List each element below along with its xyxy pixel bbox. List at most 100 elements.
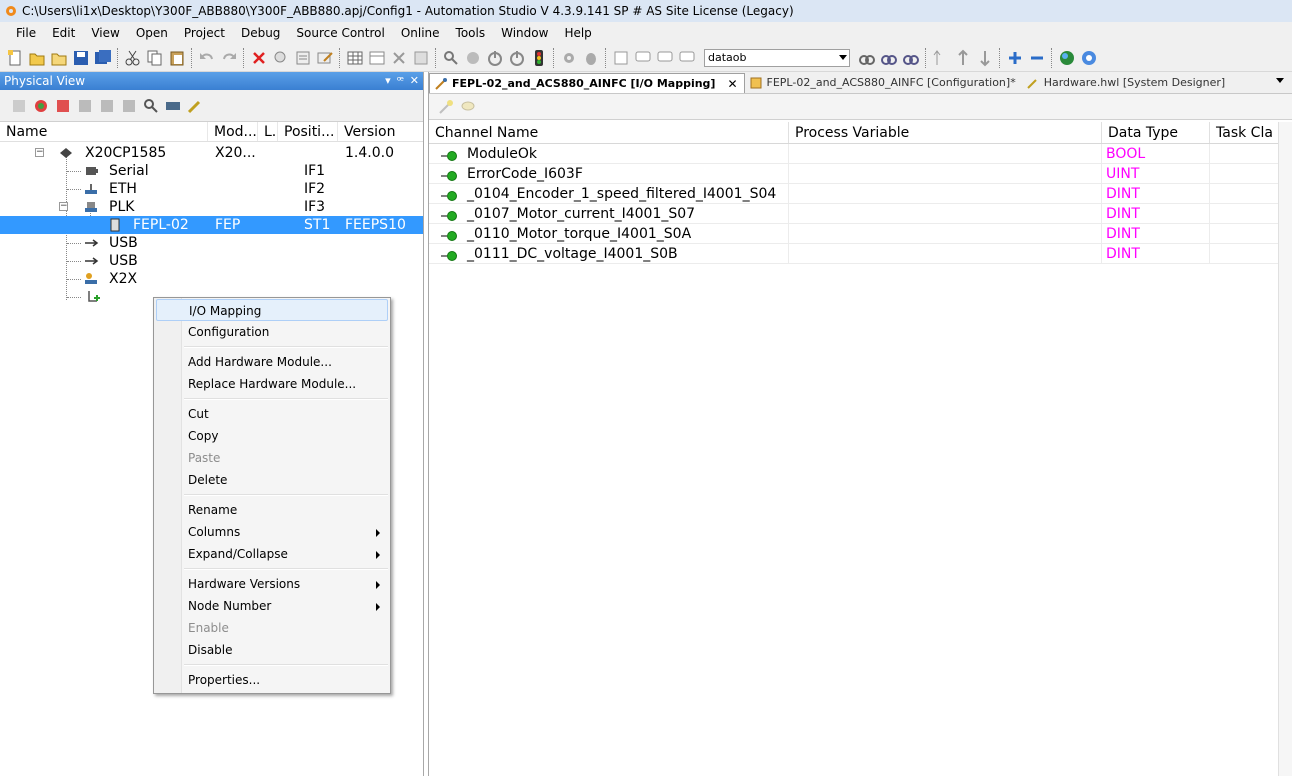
message-icon[interactable]	[656, 49, 674, 67]
help-icon[interactable]	[1080, 49, 1098, 67]
column-position[interactable]: Positi...	[278, 122, 338, 141]
tree-row-fepl-02[interactable]: FEPL-02 FEP ST1 FEEPS10	[0, 216, 423, 234]
redo-icon[interactable]	[220, 49, 238, 67]
settings-icon[interactable]	[560, 49, 578, 67]
menu-help[interactable]: Help	[556, 22, 599, 44]
window-icon[interactable]	[612, 49, 630, 67]
column-module[interactable]: Mod...	[208, 122, 258, 141]
find-all-icon[interactable]	[902, 49, 920, 67]
open-folder-icon[interactable]	[50, 49, 68, 67]
menu-item-add-hardware-module[interactable]: Add Hardware Module...	[156, 351, 388, 373]
menu-open[interactable]: Open	[128, 22, 176, 44]
menu-item-properties[interactable]: Properties...	[156, 669, 388, 691]
tree-row-eth[interactable]: ETH IF2	[0, 180, 423, 198]
tree-row-x20cp1585[interactable]: − X20CP1585 X20... 1.4.0.0	[0, 144, 423, 162]
build-icon[interactable]	[412, 49, 430, 67]
table-icon[interactable]	[368, 49, 386, 67]
column-process-variable[interactable]: Process Variable	[789, 122, 1102, 143]
toolbar-item-icon[interactable]	[10, 97, 28, 115]
menu-item-rename[interactable]: Rename	[156, 499, 388, 521]
column-l[interactable]: L.	[258, 122, 278, 141]
sort-up-icon[interactable]	[954, 49, 972, 67]
save-icon[interactable]	[72, 49, 90, 67]
grey-module-icon[interactable]	[76, 97, 94, 115]
search-combo[interactable]: dataob	[704, 48, 850, 67]
grey-module-icon[interactable]	[98, 97, 116, 115]
tab-list-dropdown-icon[interactable]	[1276, 78, 1284, 83]
menu-tools[interactable]: Tools	[448, 22, 494, 44]
tree-row-x2x[interactable]: X2X	[0, 270, 423, 288]
menu-item-node-number[interactable]: Node Number	[156, 595, 388, 617]
configure-icon[interactable]	[186, 97, 204, 115]
menu-item-expand-collapse[interactable]: Expand/Collapse	[156, 543, 388, 565]
color-icon[interactable]	[32, 97, 50, 115]
pin-icon[interactable]: ꟹ	[397, 72, 404, 90]
process-variable-cell[interactable]	[789, 184, 1102, 203]
table-row[interactable]: _0107_Motor_current_I4001_S07 DINT	[429, 204, 1279, 224]
task-class-cell[interactable]	[1210, 144, 1279, 163]
menu-debug[interactable]: Debug	[233, 22, 288, 44]
menu-project[interactable]: Project	[176, 22, 233, 44]
open-icon[interactable]	[28, 49, 46, 67]
add-icon[interactable]	[1006, 49, 1024, 67]
comment-icon[interactable]	[634, 49, 652, 67]
column-data-type[interactable]: Data Type	[1102, 122, 1210, 143]
map-variable-icon[interactable]	[437, 98, 455, 116]
chevron-down-icon[interactable]	[839, 54, 847, 60]
process-variable-cell[interactable]	[789, 204, 1102, 223]
find-replace-icon[interactable]	[272, 49, 290, 67]
collapse-icon[interactable]: −	[59, 202, 68, 211]
power-off-icon[interactable]	[508, 49, 526, 67]
add-comment-icon[interactable]	[459, 98, 477, 116]
undo-icon[interactable]	[198, 49, 216, 67]
menu-item-hardware-versions[interactable]: Hardware Versions	[156, 573, 388, 595]
collapse-icon[interactable]: −	[35, 148, 44, 157]
add-module-icon[interactable]	[85, 289, 101, 305]
sort-icon[interactable]	[932, 49, 950, 67]
new-icon[interactable]	[6, 49, 24, 67]
save-all-icon[interactable]	[94, 49, 112, 67]
menu-item-io-mapping[interactable]: I/O Mapping	[156, 299, 388, 321]
column-version[interactable]: Version	[338, 122, 422, 141]
menu-item-columns[interactable]: Columns	[156, 521, 388, 543]
watch-icon[interactable]	[464, 49, 482, 67]
table-row[interactable]: _0104_Encoder_1_speed_filtered_I4001_S04…	[429, 184, 1279, 204]
tab-io-mapping[interactable]: FEPL-02_and_ACS880_AINFC [I/O Mapping] ✕	[429, 73, 745, 93]
table-row[interactable]: ModuleOk BOOL	[429, 144, 1279, 164]
network-icon[interactable]	[164, 97, 182, 115]
copy-icon[interactable]	[146, 49, 164, 67]
tab-configuration[interactable]: FEPL-02_and_ACS880_AINFC [Configuration]…	[745, 73, 1022, 93]
module-icon[interactable]	[54, 97, 72, 115]
menu-online[interactable]: Online	[393, 22, 448, 44]
debug-icon[interactable]	[582, 49, 600, 67]
search-icon[interactable]	[142, 97, 160, 115]
grid-icon[interactable]	[346, 49, 364, 67]
tree-row-serial[interactable]: Serial IF1	[0, 162, 423, 180]
process-variable-cell[interactable]	[789, 224, 1102, 243]
globe-icon[interactable]	[1058, 49, 1076, 67]
menu-view[interactable]: View	[83, 22, 127, 44]
menu-file[interactable]: File	[8, 22, 44, 44]
chat-icon[interactable]	[678, 49, 696, 67]
find-prev-icon[interactable]	[880, 49, 898, 67]
column-task-class[interactable]: Task Cla	[1210, 122, 1279, 143]
menu-item-disable[interactable]: Disable	[156, 639, 388, 661]
task-class-cell[interactable]	[1210, 184, 1279, 203]
close-icon[interactable]: ✕	[410, 72, 419, 90]
minus-icon[interactable]	[1028, 49, 1046, 67]
menu-item-cut[interactable]: Cut	[156, 403, 388, 425]
menu-item-configuration[interactable]: Configuration	[156, 321, 388, 343]
menu-item-paste[interactable]: Paste	[156, 447, 388, 469]
sort-down-icon[interactable]	[976, 49, 994, 67]
menu-item-replace-hardware-module[interactable]: Replace Hardware Module...	[156, 373, 388, 395]
cut-icon[interactable]	[124, 49, 142, 67]
task-class-cell[interactable]	[1210, 224, 1279, 243]
panel-dropdown-icon[interactable]: ▾	[385, 72, 391, 90]
task-class-cell[interactable]	[1210, 164, 1279, 183]
paste-icon[interactable]	[168, 49, 186, 67]
monitor-icon[interactable]	[442, 49, 460, 67]
tree-row-usb[interactable]: USB	[0, 252, 423, 270]
table-row[interactable]: ErrorCode_I603F UINT	[429, 164, 1279, 184]
tab-system-designer[interactable]: Hardware.hwl [System Designer]	[1022, 73, 1232, 93]
close-icon[interactable]: ✕	[727, 74, 737, 94]
